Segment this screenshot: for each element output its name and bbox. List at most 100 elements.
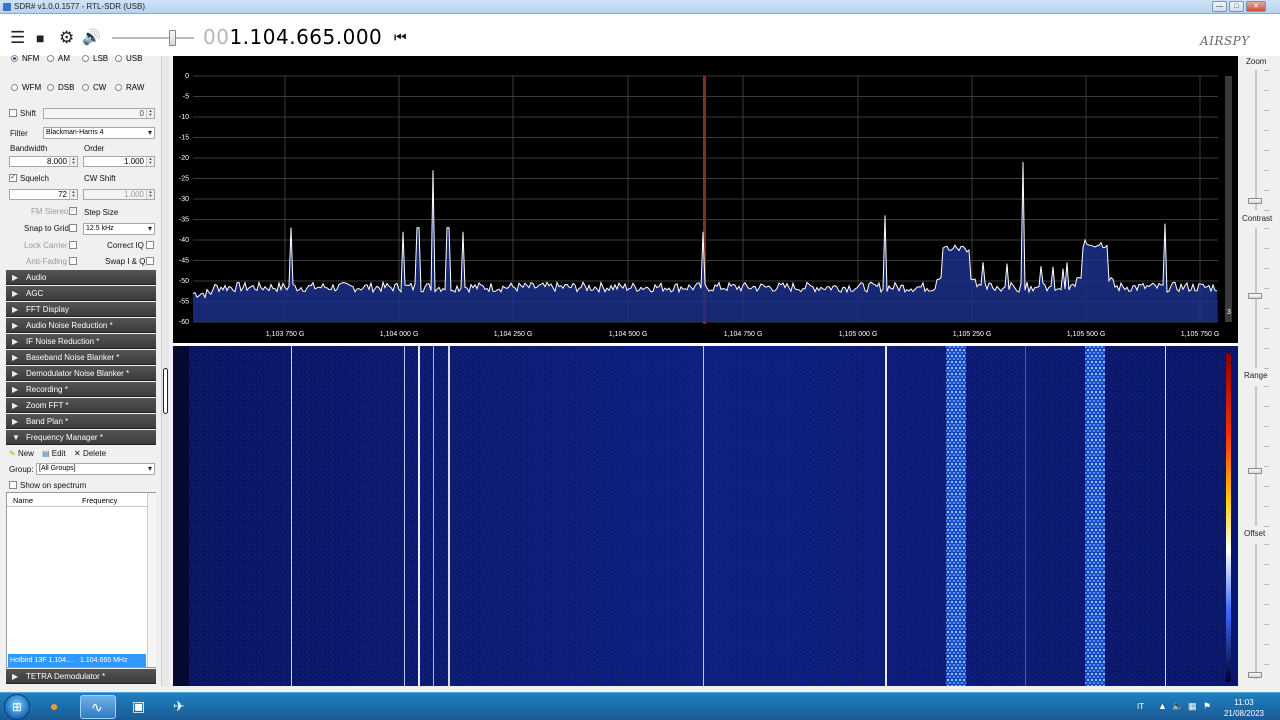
volume-slider-track[interactable] bbox=[112, 37, 194, 39]
group-select[interactable]: [All Groups] bbox=[36, 463, 155, 475]
shift-checkbox[interactable] bbox=[9, 109, 17, 117]
tray-volume-icon[interactable]: 🔈 bbox=[1172, 701, 1183, 712]
fm-new-button[interactable]: ✎ New bbox=[9, 449, 34, 458]
tray-network-icon[interactable]: ▦ bbox=[1188, 701, 1197, 712]
radio-nfm[interactable]: NFM bbox=[11, 54, 39, 63]
squelch-checkbox[interactable]: ✓ bbox=[9, 174, 17, 182]
stop-icon[interactable]: ■ bbox=[36, 29, 44, 47]
table-scrollbar[interactable] bbox=[147, 493, 156, 667]
taskbar-satellite[interactable]: ✈ bbox=[163, 695, 199, 719]
left-panel-scrollbar[interactable] bbox=[161, 56, 169, 686]
fm-stereo-label: FM Stereo bbox=[31, 207, 69, 216]
section-recording[interactable]: ▶ Recording * bbox=[6, 382, 156, 397]
section-if-noise-reduction[interactable]: ▶ IF Noise Reduction * bbox=[6, 334, 156, 349]
radio-cw[interactable]: CW bbox=[82, 83, 106, 92]
section-audio[interactable]: ▶ Audio bbox=[6, 270, 156, 285]
section-tetra-demodulator[interactable]: ▶ TETRA Demodulator * bbox=[6, 669, 156, 684]
section-demodulator-noise-blanker[interactable]: ▶ Demodulator Noise Blanker * bbox=[6, 366, 156, 381]
radio-raw[interactable]: RAW bbox=[115, 83, 144, 92]
language-indicator[interactable]: IT bbox=[1137, 702, 1144, 711]
y-tick-label: -40 bbox=[179, 237, 189, 244]
frequency-display[interactable]: 001.104.665.000 bbox=[203, 25, 382, 49]
minimize-button[interactable]: — bbox=[1212, 1, 1227, 12]
slider-tick bbox=[1264, 486, 1269, 487]
order-input[interactable]: 1.000 ▲ ▼ bbox=[83, 156, 155, 167]
clock-date: 21/08/2023 bbox=[1223, 709, 1265, 718]
snap-to-grid-checkbox[interactable] bbox=[69, 224, 77, 232]
section-baseband-noise-blanker[interactable]: ▶ Baseband Noise Blanker * bbox=[6, 350, 156, 365]
offset-slider-thumb[interactable] bbox=[1248, 672, 1262, 678]
section-zoom-fft[interactable]: ▶ Zoom FFT * bbox=[6, 398, 156, 413]
spectrum-scrollbar[interactable] bbox=[1225, 76, 1232, 322]
cw-shift-input[interactable]: 1.000 ▲ ▼ bbox=[83, 189, 155, 200]
taskbar-firefox[interactable]: ● bbox=[40, 695, 76, 719]
table-row[interactable]: Hotbird 13F 1.104.... 1.104.665 MHz bbox=[8, 654, 146, 667]
col-name-header[interactable]: Name bbox=[13, 496, 33, 505]
radio-usb[interactable]: USB bbox=[115, 54, 142, 63]
fm-stereo-checkbox[interactable]: ✓ bbox=[69, 207, 77, 215]
taskbar-clock[interactable]: 11:03 21/08/2023 bbox=[1216, 697, 1272, 719]
zoom-slider-thumb[interactable] bbox=[1248, 198, 1262, 204]
waterfall-left-edge bbox=[173, 346, 189, 686]
maximize-button[interactable]: □ bbox=[1229, 1, 1244, 12]
center-frequency-icon[interactable]: ⏮ bbox=[394, 29, 407, 46]
col-frequency-header[interactable]: Frequency bbox=[82, 496, 117, 505]
shift-label: Shift bbox=[20, 109, 37, 118]
show-on-spectrum-checkbox[interactable] bbox=[9, 481, 17, 489]
swap-iq-checkbox[interactable] bbox=[146, 257, 154, 265]
taskbar-sdrsharp[interactable]: ∿ bbox=[80, 695, 116, 719]
waterfall-vfo-marker bbox=[1025, 346, 1026, 686]
offset-slider-track[interactable] bbox=[1255, 544, 1257, 679]
squelch-label: Squelch bbox=[20, 174, 49, 183]
waterfall-noise bbox=[173, 346, 1238, 686]
section-frequency-manager[interactable]: ▼ Frequency Manager * bbox=[6, 430, 156, 445]
frequency-value[interactable]: 1.104.665.000 bbox=[229, 25, 382, 49]
start-button[interactable]: ⊞ bbox=[4, 694, 30, 720]
step-size-select[interactable]: 12.5 kHz bbox=[83, 223, 155, 235]
toolbar bbox=[0, 14, 1280, 56]
tray-arrow-icon[interactable]: ▲ bbox=[1158, 701, 1167, 711]
squelch-input[interactable]: 72 ▲ ▼ bbox=[9, 189, 78, 200]
section-fft-display[interactable]: ▶ FFT Display bbox=[6, 302, 156, 317]
x-tick-label: 1,105 750 G bbox=[1181, 331, 1220, 338]
x-tick-label: 1,103 750 G bbox=[266, 331, 305, 338]
section-band-plan[interactable]: ▶ Band Plan * bbox=[6, 414, 156, 429]
zoom-slider-track[interactable] bbox=[1255, 70, 1257, 210]
range-label: Range bbox=[1244, 371, 1268, 380]
radio-am[interactable]: AM bbox=[47, 54, 70, 63]
section-agc[interactable]: ▶ AGC bbox=[6, 286, 156, 301]
tray-flag-icon[interactable]: ⚑ bbox=[1203, 701, 1211, 712]
step-size-label: Step Size bbox=[84, 208, 119, 217]
anti-fading-checkbox[interactable] bbox=[69, 257, 77, 265]
radio-dsb[interactable]: DSB bbox=[47, 83, 74, 92]
fm-delete-button[interactable]: ✕ Delete bbox=[74, 449, 106, 458]
taskbar-paint[interactable]: ▣ bbox=[122, 695, 158, 719]
speaker-icon[interactable]: 🔊 bbox=[82, 29, 101, 47]
y-tick-label: -15 bbox=[179, 135, 189, 142]
close-button[interactable]: ✕ bbox=[1246, 1, 1266, 12]
filter-label: Filter bbox=[10, 129, 28, 138]
volume-slider-thumb[interactable] bbox=[169, 30, 176, 46]
slider-tick bbox=[1264, 70, 1269, 71]
contrast-slider-thumb[interactable] bbox=[1248, 293, 1262, 299]
section-audio-noise-reduction[interactable]: ▶ Audio Noise Reduction * bbox=[6, 318, 156, 333]
radio-wfm[interactable]: WFM bbox=[11, 83, 41, 92]
fm-edit-button[interactable]: ▤ Edit bbox=[42, 449, 66, 458]
radio-lsb[interactable]: LSB bbox=[82, 54, 108, 63]
range-slider-thumb[interactable] bbox=[1248, 468, 1262, 474]
lock-carrier-checkbox[interactable] bbox=[69, 241, 77, 249]
range-slider-track[interactable] bbox=[1255, 386, 1257, 526]
correct-iq-checkbox[interactable] bbox=[146, 241, 154, 249]
left-panel-scroll-thumb[interactable] bbox=[163, 368, 168, 414]
gear-icon[interactable]: ⚙ bbox=[59, 29, 74, 47]
waterfall-display[interactable] bbox=[173, 346, 1238, 686]
shift-input[interactable]: 0 ▲ ▼ bbox=[43, 108, 155, 119]
frequency-manager-table[interactable]: Name Frequency Hotbird 13F 1.104.... 1.1… bbox=[6, 492, 156, 668]
x-tick-label: 1,104 750 G bbox=[724, 331, 763, 338]
bandwidth-input[interactable]: 8.000 ▲ ▼ bbox=[9, 156, 78, 167]
filter-select[interactable]: Blackman-Harris 4 bbox=[43, 127, 155, 139]
spectrum-analyzer[interactable]: 0 -5 -10 -15 -20 -25 -30 -35 -40 -45 -50… bbox=[173, 56, 1238, 343]
menu-icon[interactable]: ☰ bbox=[10, 29, 25, 47]
x-tick-label: 1,104 500 G bbox=[609, 331, 648, 338]
group-label: Group: bbox=[9, 465, 34, 474]
